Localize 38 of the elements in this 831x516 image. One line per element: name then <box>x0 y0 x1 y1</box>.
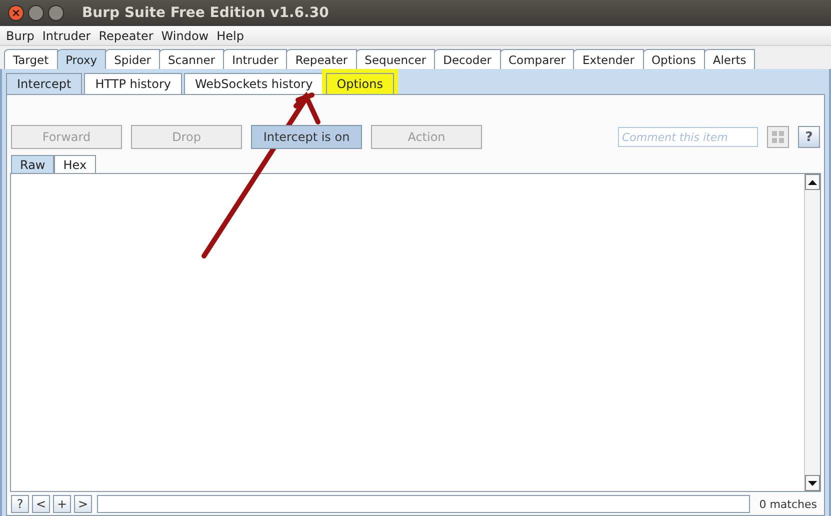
search-nav-button[interactable]: < <box>32 495 50 513</box>
tab[interactable]: Decoder <box>434 49 501 69</box>
match-count: 0 matches <box>758 498 818 510</box>
action-button[interactable]: Intercept is on <box>251 125 362 149</box>
search-field[interactable] <box>97 495 750 513</box>
menu-item[interactable]: Repeater <box>94 28 158 42</box>
help-button[interactable]: ? <box>798 126 820 148</box>
tab[interactable]: HTTP history <box>84 73 182 94</box>
tab[interactable]: Raw <box>11 155 54 173</box>
search-nav-button[interactable]: + <box>53 495 71 513</box>
menu-item[interactable]: Window <box>157 28 213 42</box>
comment-field[interactable]: Comment this item <box>618 127 758 147</box>
tab[interactable]: Hex <box>54 155 96 173</box>
tab[interactable]: Spider <box>105 49 160 69</box>
tab[interactable]: Extender <box>573 49 644 69</box>
tab[interactable]: Intercept <box>6 73 82 94</box>
close-icon[interactable] <box>8 5 24 21</box>
menu-item[interactable]: Help <box>212 28 248 42</box>
search-nav-button[interactable]: > <box>74 495 92 513</box>
scroll-down-icon[interactable] <box>805 475 820 491</box>
window-title: Burp Suite Free Edition v1.6.30 <box>82 5 329 21</box>
tab[interactable]: Alerts <box>704 49 756 69</box>
tab[interactable]: Proxy <box>56 49 106 69</box>
tab[interactable]: Intruder <box>223 49 288 69</box>
search-nav-button[interactable]: ? <box>11 495 29 513</box>
scrollbar[interactable] <box>804 174 820 491</box>
tab[interactable]: Scanner <box>159 49 224 69</box>
tab[interactable]: Comparer <box>500 49 574 69</box>
tab[interactable]: Target <box>4 49 58 69</box>
tab[interactable]: Sequencer <box>356 49 436 69</box>
maximize-icon[interactable] <box>48 5 64 21</box>
tab[interactable]: Options <box>642 49 705 69</box>
scroll-up-icon[interactable] <box>805 174 820 190</box>
menu-item[interactable]: Burp <box>2 28 38 42</box>
minimize-icon[interactable] <box>28 5 44 21</box>
tab[interactable]: WebSockets history <box>184 73 324 94</box>
tab[interactable]: Repeater <box>286 49 357 69</box>
menu-item[interactable]: Intruder <box>38 28 95 42</box>
